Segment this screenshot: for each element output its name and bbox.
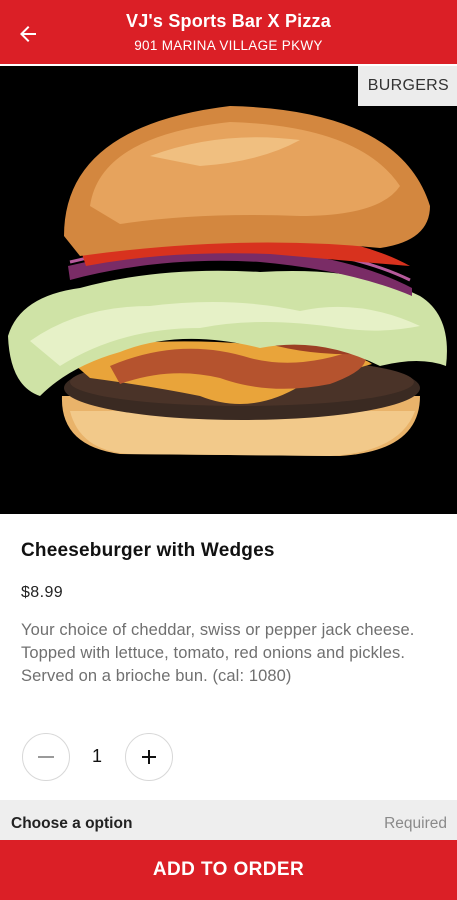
item-title: Cheeseburger with Wedges <box>21 540 275 561</box>
app-header: VJ's Sports Bar X Pizza 901 MARINA VILLA… <box>0 0 457 64</box>
cheeseburger-photo <box>8 106 447 456</box>
options-required-label: Required <box>384 815 447 832</box>
restaurant-name: VJ's Sports Bar X Pizza <box>126 11 331 31</box>
add-to-order-button[interactable]: ADD TO ORDER <box>0 840 457 900</box>
quantity-value: 1 <box>91 746 102 766</box>
item-description: Your choice of cheddar, swiss or pepper … <box>21 621 415 685</box>
decrease-quantity-button[interactable] <box>22 733 70 781</box>
restaurant-address: 901 MARINA VILLAGE PKWY <box>134 38 323 53</box>
plus-icon <box>142 750 156 764</box>
increase-quantity-button[interactable] <box>125 733 173 781</box>
category-badge: BURGERS <box>357 66 457 106</box>
options-label: Choose a option <box>11 815 133 832</box>
item-price: $8.99 <box>21 584 64 601</box>
minus-icon <box>38 756 54 758</box>
item-image: BURGERS <box>0 66 457 514</box>
